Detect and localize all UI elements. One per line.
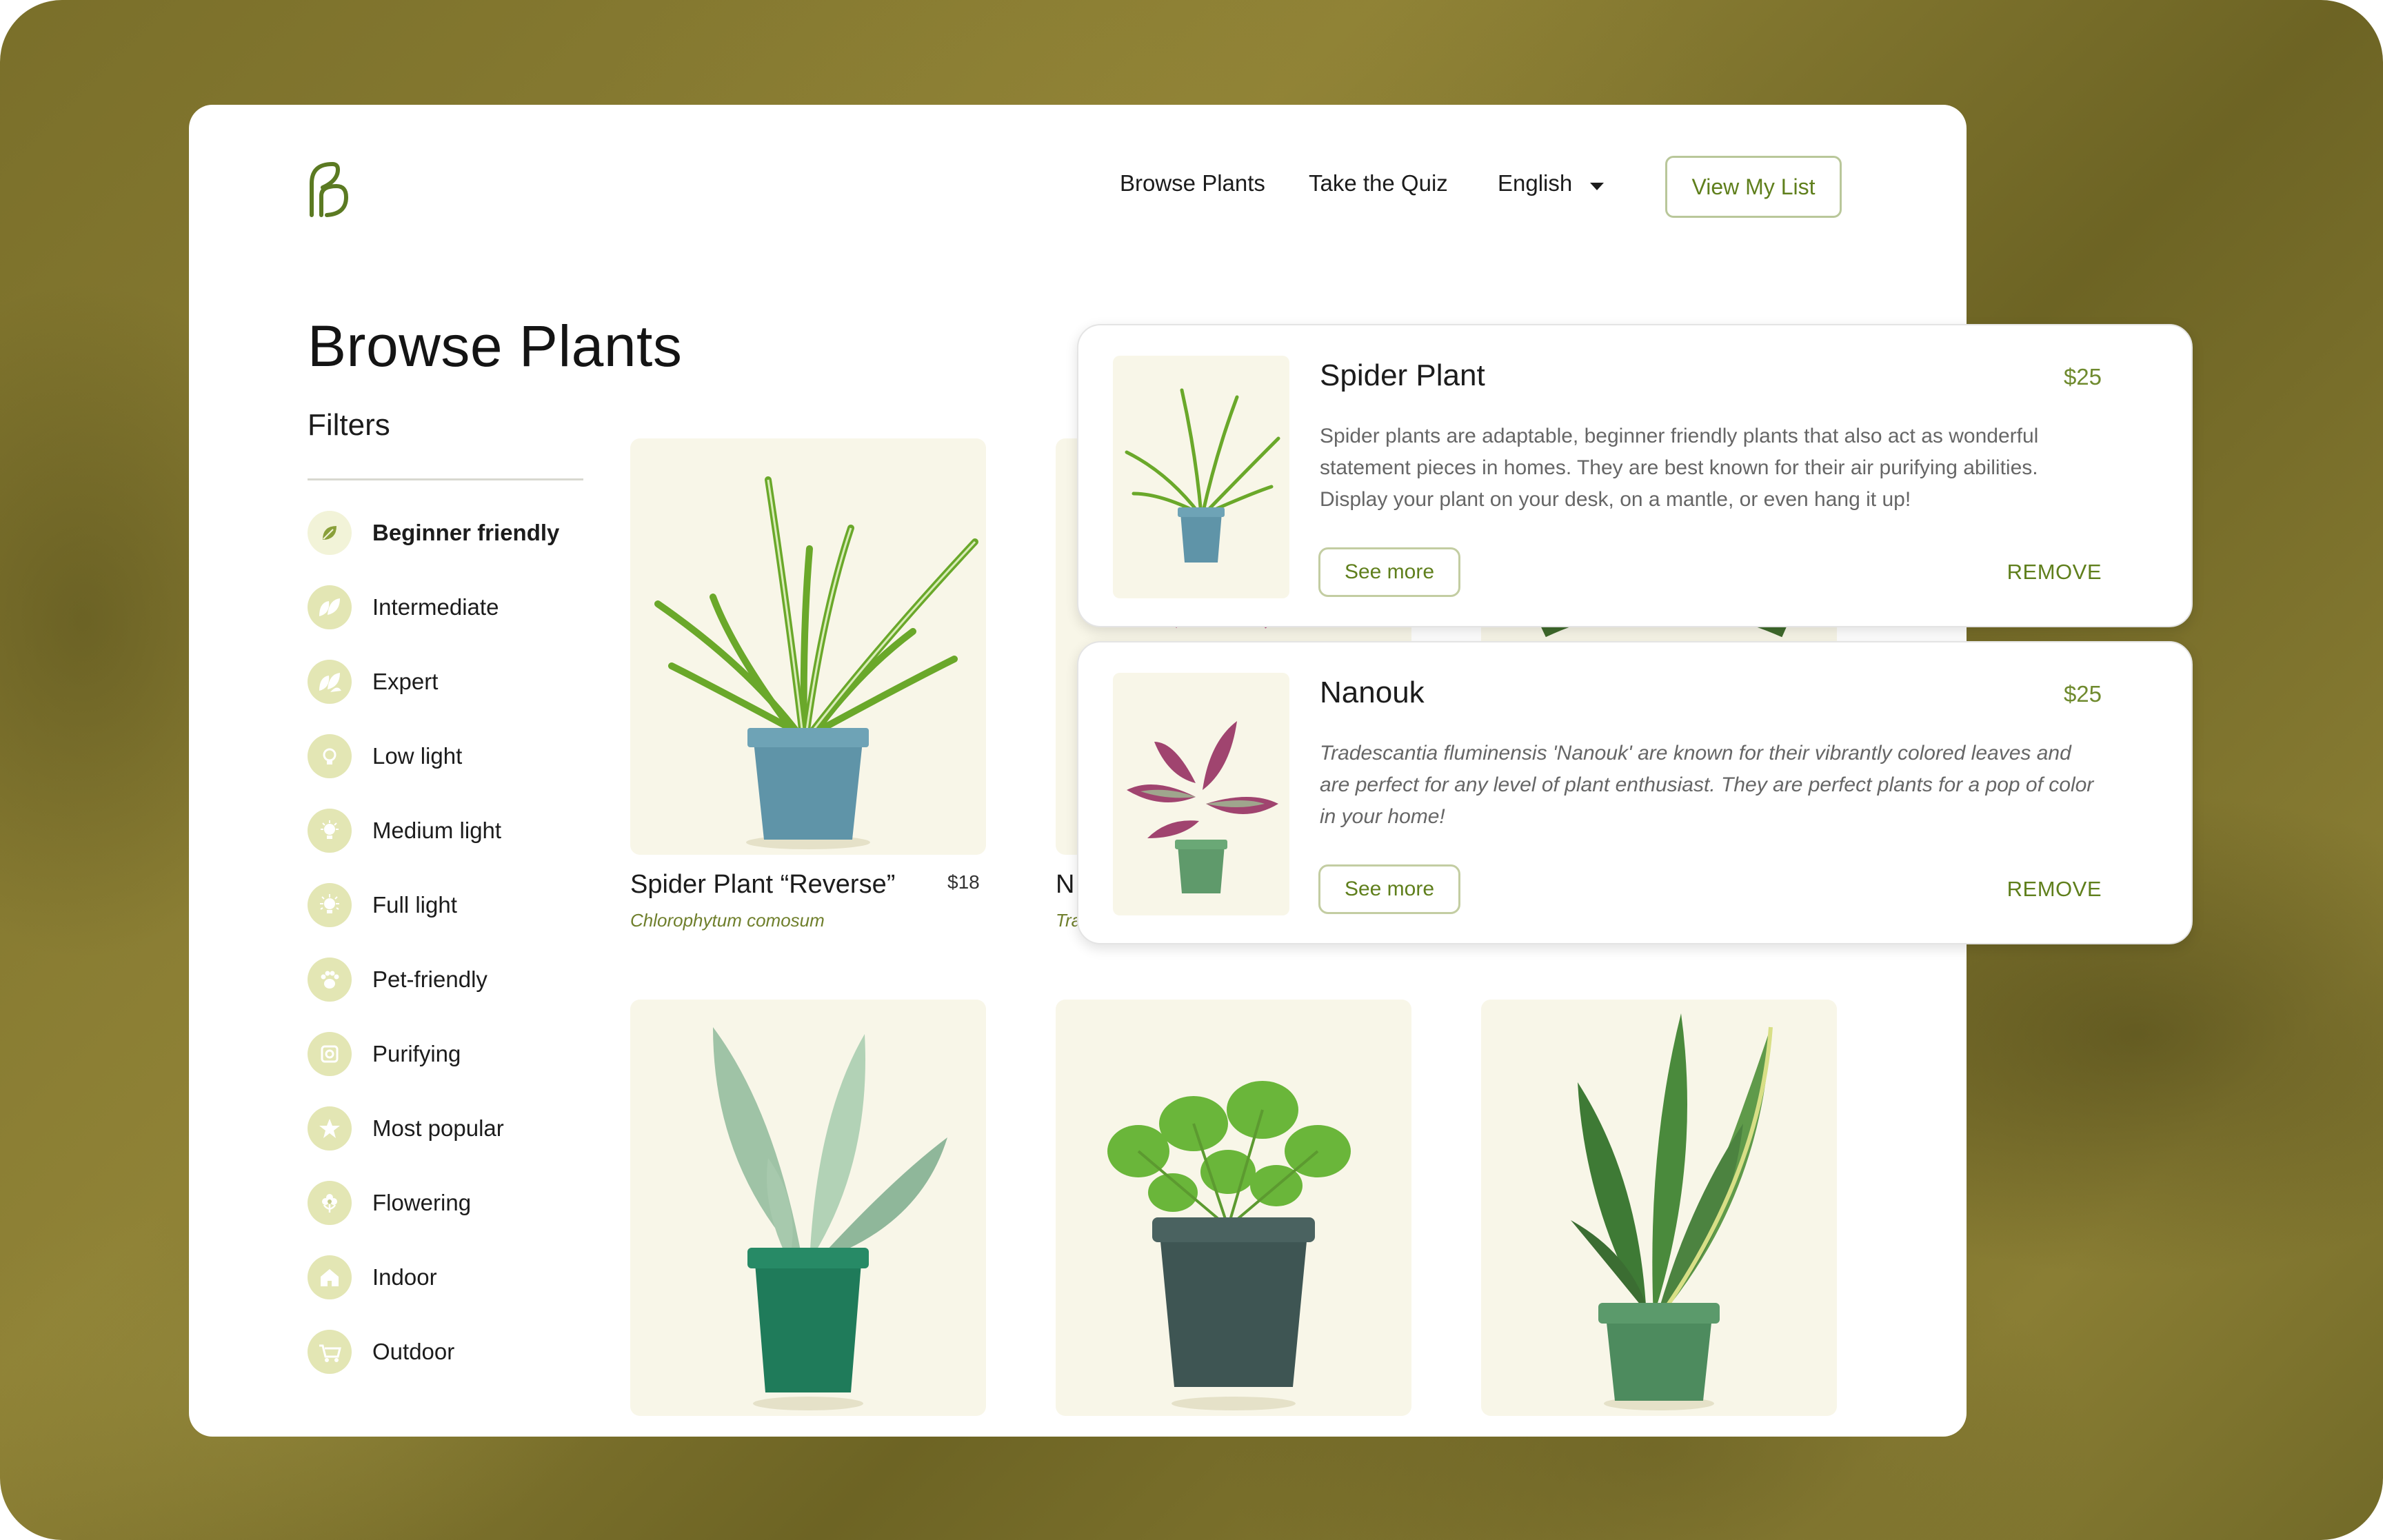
product-image-snake-plant-silver[interactable] (630, 1000, 986, 1416)
see-more-button[interactable]: See more (1318, 547, 1460, 597)
filter-full-light[interactable]: Full light (308, 881, 457, 929)
filter-expert[interactable]: Expert (308, 658, 438, 706)
star-icon (308, 1106, 352, 1151)
my-list-item-image (1113, 356, 1289, 598)
filter-label: Pet-friendly (372, 966, 487, 992)
my-list-item-nanouk: Nanouk $25 Tradescantia fluminensis 'Nan… (1077, 641, 2193, 944)
my-list-item-image (1113, 673, 1289, 915)
my-list-item-description: Tradescantia fluminensis 'Nanouk' are kn… (1320, 742, 2094, 828)
filter-label: Intermediate (372, 594, 499, 620)
product-name[interactable]: N (1056, 870, 1074, 900)
product-name[interactable]: Spider Plant “Reverse” (630, 870, 895, 900)
language-select[interactable]: English (1498, 170, 1572, 196)
filter-label: Expert (372, 669, 439, 694)
filters-divider (308, 478, 583, 480)
my-list-item-price: $25 (2063, 364, 2102, 389)
product-image-pilea[interactable] (1056, 1000, 1411, 1416)
filters-heading: Filters (308, 408, 390, 442)
filter-indoor[interactable]: Indoor (308, 1253, 437, 1301)
leaf-b-logo-icon[interactable] (306, 160, 352, 218)
product-scientific-name: Chlorophytum comosum (630, 910, 825, 931)
bulb-icon (308, 734, 352, 778)
nav-browse-plants[interactable]: Browse Plants (1120, 170, 1265, 196)
my-list-item-title: Nanouk (1320, 676, 1425, 709)
my-list-item-spider-plant: Spider Plant $25 Spider plants are adapt… (1077, 324, 2193, 627)
my-list-item-title: Spider Plant (1320, 358, 1485, 392)
filter-purifying[interactable]: Purifying (308, 1030, 461, 1078)
filter-label: Most popular (372, 1115, 504, 1141)
chevron-down-icon[interactable] (1590, 183, 1604, 190)
filter-label: Low light (372, 743, 463, 769)
filter-label: Outdoor (372, 1339, 455, 1364)
flower-icon (308, 1181, 352, 1225)
filter-medium-light[interactable]: Medium light (308, 807, 501, 855)
filter-label: Flowering (372, 1190, 472, 1215)
house-icon (308, 1255, 352, 1299)
filter-low-light[interactable]: Low light (308, 732, 462, 780)
filter-outdoor[interactable]: Outdoor (308, 1328, 454, 1376)
product-price: $18 (947, 871, 980, 893)
filter-intermediate[interactable]: Intermediate (308, 583, 499, 631)
bulb-icon (308, 809, 352, 853)
product-image-snake-plant[interactable] (1481, 1000, 1837, 1416)
see-more-button[interactable]: See more (1318, 864, 1460, 914)
remove-button[interactable]: REMOVE (2007, 877, 2102, 902)
filter-label: Beginner friendly (372, 520, 560, 545)
filter-label: Purifying (372, 1041, 461, 1066)
my-list-item-price: $25 (2063, 681, 2102, 707)
filter-label: Indoor (372, 1264, 437, 1290)
product-image-spider-plant-reverse[interactable] (630, 438, 986, 855)
leaves-icon (308, 660, 352, 704)
purify-icon (308, 1032, 352, 1076)
filter-label: Medium light (372, 818, 502, 843)
leaves-icon (308, 585, 352, 629)
filter-pet-friendly[interactable]: Pet-friendly (308, 955, 487, 1004)
view-my-list-button[interactable]: View My List (1665, 156, 1842, 218)
cart-icon (308, 1330, 352, 1374)
remove-button[interactable]: REMOVE (2007, 560, 2102, 585)
page-title: Browse Plants (308, 314, 683, 378)
leaf-icon (308, 511, 352, 555)
filter-flowering[interactable]: Flowering (308, 1179, 471, 1227)
filter-most-popular[interactable]: Most popular (308, 1104, 504, 1153)
bulb-icon (308, 883, 352, 927)
filter-beginner-friendly[interactable]: Beginner friendly (308, 509, 559, 557)
filter-label: Full light (372, 892, 457, 918)
nav-take-quiz[interactable]: Take the Quiz (1309, 170, 1448, 196)
paw-icon (308, 958, 352, 1002)
my-list-item-description: Spider plants are adaptable, beginner fr… (1320, 425, 2039, 511)
